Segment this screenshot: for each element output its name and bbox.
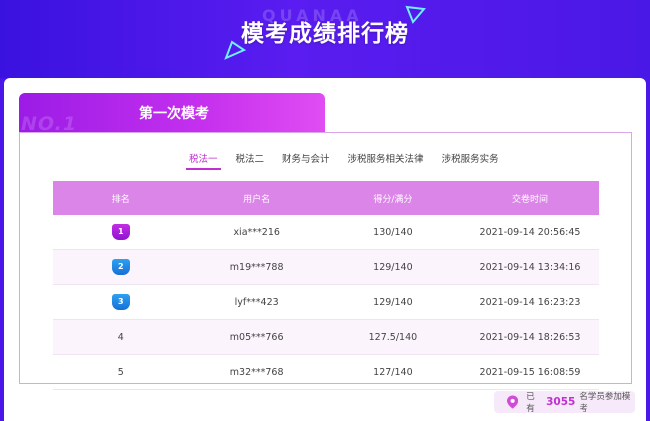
participant-count-bar: 已有 3055 名学员参加模考	[494, 391, 635, 414]
rank-medal-icon: 2	[111, 259, 130, 275]
location-pin-icon	[507, 395, 519, 409]
username-cell: m32***768	[188, 354, 325, 390]
ranking-table: 排名 用户名 得分/满分 交卷时间 1 xia***216 130/140 20…	[53, 181, 599, 390]
score-cell: 127.5/140	[324, 319, 461, 355]
tab-shuifa-2[interactable]: 税法二	[227, 151, 274, 170]
participant-suffix: 名学员参加模考	[579, 392, 631, 414]
column-header-submit-time: 交卷时间	[460, 181, 599, 215]
participant-prefix: 已有	[526, 392, 535, 414]
exam-title: 第一次模考	[139, 106, 209, 122]
column-header-username: 用户名	[188, 181, 325, 215]
header-banner: QUANAA 模考成绩排行榜	[0, 0, 650, 78]
exam-number-badge: NO.1	[21, 113, 78, 134]
tab-shewui-falv[interactable]: 涉税服务相关法律	[339, 151, 433, 170]
table-row: 2 m19***788 129/140 2021-09-14 13:34:16	[53, 249, 599, 285]
tab-shewui-shiwu[interactable]: 涉税服务实务	[433, 151, 508, 170]
score-cell: 129/140	[324, 249, 461, 285]
tab-shuifa-1[interactable]: 税法一	[180, 151, 227, 170]
tab-caiwu-kuaiji[interactable]: 财务与会计	[273, 151, 339, 170]
table-row: 1 xia***216 130/140 2021-09-14 20:56:45	[53, 215, 599, 250]
column-header-score: 得分/满分	[324, 181, 461, 215]
exam-tab-header: NO.1 第一次模考	[19, 93, 325, 134]
column-header-rank: 排名	[53, 181, 189, 215]
participant-count: 3055	[546, 396, 576, 408]
time-cell: 2021-09-14 16:23:23	[460, 284, 599, 320]
score-cell: 127/140	[324, 354, 461, 390]
rank-cell: 5	[53, 354, 189, 390]
time-cell: 2021-09-14 20:56:45	[460, 215, 599, 250]
score-cell: 130/140	[324, 215, 461, 250]
subject-tabs: 税法一 税法二 财务与会计 涉税服务相关法律 涉税服务实务	[180, 151, 508, 170]
ranking-panel: 税法一 税法二 财务与会计 涉税服务相关法律 涉税服务实务 排名 用户名 得分/…	[19, 132, 632, 390]
table-header-row: 排名 用户名 得分/满分 交卷时间	[53, 181, 599, 215]
score-cell: 129/140	[324, 284, 461, 320]
rank-medal-icon: 3	[111, 294, 130, 310]
time-cell: 2021-09-14 13:34:16	[460, 249, 599, 285]
username-cell: lyf***423	[188, 284, 325, 320]
time-cell: 2021-09-15 16:08:59	[460, 354, 599, 390]
table-row: 5 m32***768 127/140 2021-09-15 16:08:59	[53, 354, 599, 390]
rank-cell: 4	[53, 319, 189, 355]
page-title: 模考成绩排行榜	[241, 21, 409, 47]
username-cell: m05***766	[188, 319, 325, 355]
table-row: 3 lyf***423 129/140 2021-09-14 16:23:23	[53, 284, 599, 320]
username-cell: xia***216	[188, 215, 325, 250]
time-cell: 2021-09-14 18:26:53	[460, 319, 599, 355]
rank-medal-icon: 1	[111, 224, 130, 240]
ranking-card: NO.1 第一次模考 税法一 税法二 财务与会计 涉税服务相关法律 涉税服务实务…	[4, 78, 646, 421]
table-row: 4 m05***766 127.5/140 2021-09-14 18:26:5…	[53, 319, 599, 355]
username-cell: m19***788	[188, 249, 325, 285]
